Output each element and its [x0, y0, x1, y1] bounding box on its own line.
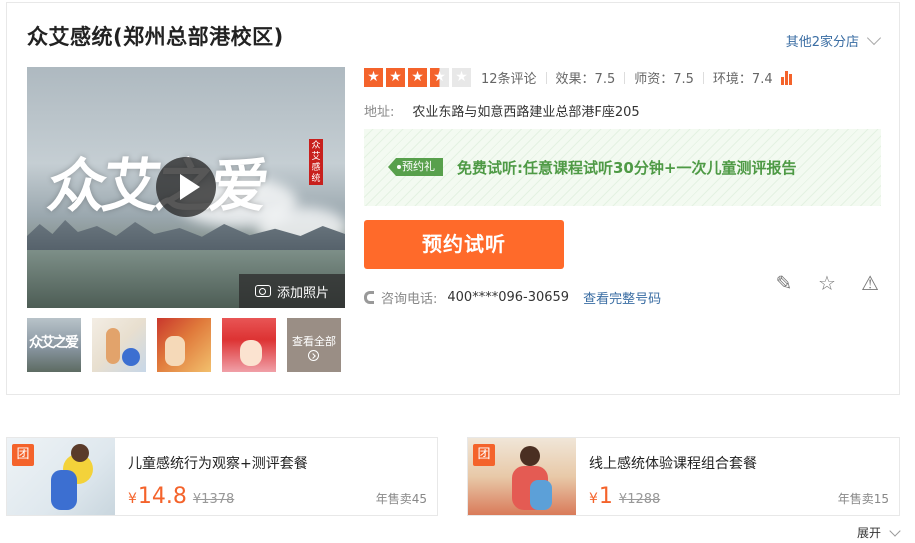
hero-video[interactable]: 众艾之爱 众艾感统 添加照片	[27, 67, 345, 308]
currency-symbol: ¥	[589, 491, 598, 507]
deal-sold-1: 年售卖45	[375, 492, 427, 506]
thumbnail-3[interactable]	[157, 318, 211, 372]
deal-sold-2: 年售卖15	[837, 492, 889, 506]
phone-icon	[364, 291, 375, 304]
deal-current-price-2: 1	[598, 484, 613, 509]
deal-current-price-1: 14.8	[137, 484, 187, 509]
arrow-right-icon	[308, 350, 319, 361]
other-branches-label: 其他2家分店	[785, 35, 859, 50]
deal-price-2: ¥ 1 ¥1288	[589, 484, 660, 509]
expand-deals-button[interactable]: 展开	[857, 524, 901, 541]
thumbnail-4[interactable]	[222, 318, 276, 372]
deal-name-2: 线上感统体验课程组合套餐	[589, 456, 757, 472]
phone-label: 咨询电话:	[381, 292, 438, 307]
star-icon	[364, 68, 383, 87]
currency-symbol: ¥	[128, 491, 137, 507]
expand-label: 展开	[857, 526, 882, 540]
hero-seal: 众艾感统	[309, 139, 323, 185]
promo-text: 免费试听:任意课程试听30分钟+一次儿童测评报告	[457, 159, 797, 177]
view-all-photos[interactable]: 查看全部	[287, 318, 341, 372]
other-branches-link[interactable]: 其他2家分店	[785, 30, 882, 50]
group-buy-badge: 团	[12, 444, 34, 466]
half-star-icon	[430, 68, 449, 87]
deal-name-1: 儿童感统行为观察+测评套餐	[128, 456, 308, 472]
score-environment: 环境：7.4	[712, 72, 773, 87]
phone-number: 400****096-30659	[447, 290, 570, 305]
edit-review-icon[interactable]: ✎	[772, 271, 796, 295]
add-photo-label: 添加照片	[276, 285, 329, 301]
chevron-down-icon	[889, 524, 901, 537]
group-buy-badge: 团	[473, 444, 495, 466]
thumbnail-2[interactable]	[92, 318, 146, 372]
deal-card-1[interactable]: 团 儿童感统行为观察+测评套餐 ¥ 14.8 ¥1378 年售卖45	[6, 437, 438, 516]
address-label: 地址:	[364, 105, 395, 120]
view-full-number-link[interactable]: 查看完整号码	[583, 288, 661, 307]
phone-row: 咨询电话: 400****096-30659 查看完整号码	[364, 288, 661, 307]
address-value: 农业东路与如意西路建业总部港F座205	[412, 105, 640, 120]
deal-original-price-1: ¥1378	[192, 492, 235, 507]
rating-row: 12条评论 效果：7.5 师资：7.5 环境：7.4	[364, 68, 792, 87]
view-all-label: 查看全部	[292, 335, 336, 348]
report-warning-icon[interactable]: ⚠	[858, 271, 882, 295]
play-icon[interactable]	[156, 157, 216, 217]
score-teacher: 师资：7.5	[634, 72, 694, 87]
star-icon	[386, 68, 405, 87]
add-photo-button[interactable]: 添加照片	[239, 274, 345, 308]
promo-tag: 预约礼	[388, 158, 443, 176]
thumbnail-1[interactable]: 众艾之爱	[27, 318, 81, 372]
star-icon	[408, 68, 427, 87]
promo-banner: 预约礼 免费试听:任意课程试听30分钟+一次儿童测评报告	[364, 129, 881, 206]
star-rating	[364, 68, 471, 87]
book-trial-button[interactable]: 预约试听	[364, 220, 564, 269]
score-effect: 效果：7.5	[555, 72, 616, 87]
empty-star-icon	[452, 68, 471, 87]
thumbnail-1-text: 众艾之爱	[29, 335, 79, 351]
address-row: 地址: 农业东路与如意西路建业总部港F座205	[364, 101, 640, 120]
review-count[interactable]: 12条评论	[481, 68, 537, 87]
deal-image-1: 团	[7, 438, 115, 515]
favorite-star-icon[interactable]: ☆	[815, 271, 839, 295]
deal-price-1: ¥ 14.8 ¥1378	[128, 484, 234, 509]
camera-icon	[254, 285, 271, 297]
bar-chart-icon[interactable]	[780, 70, 792, 85]
deal-card-2[interactable]: 团 线上感统体验课程组合套餐 ¥ 1 ¥1288 年售卖15	[467, 437, 900, 516]
thumbnail-strip: 众艾之爱 查看全部	[27, 318, 341, 372]
chevron-down-icon	[866, 30, 882, 46]
deal-image-2: 团	[468, 438, 576, 515]
shop-card: 众艾感统(郑州总部港校区) 其他2家分店 众艾之爱 众艾感统 添加照片 众艾之爱…	[6, 2, 900, 395]
action-icons: ✎ ☆ ⚠	[772, 271, 882, 295]
shop-title: 众艾感统(郑州总部港校区)	[27, 25, 284, 49]
deal-original-price-2: ¥1288	[618, 492, 661, 507]
